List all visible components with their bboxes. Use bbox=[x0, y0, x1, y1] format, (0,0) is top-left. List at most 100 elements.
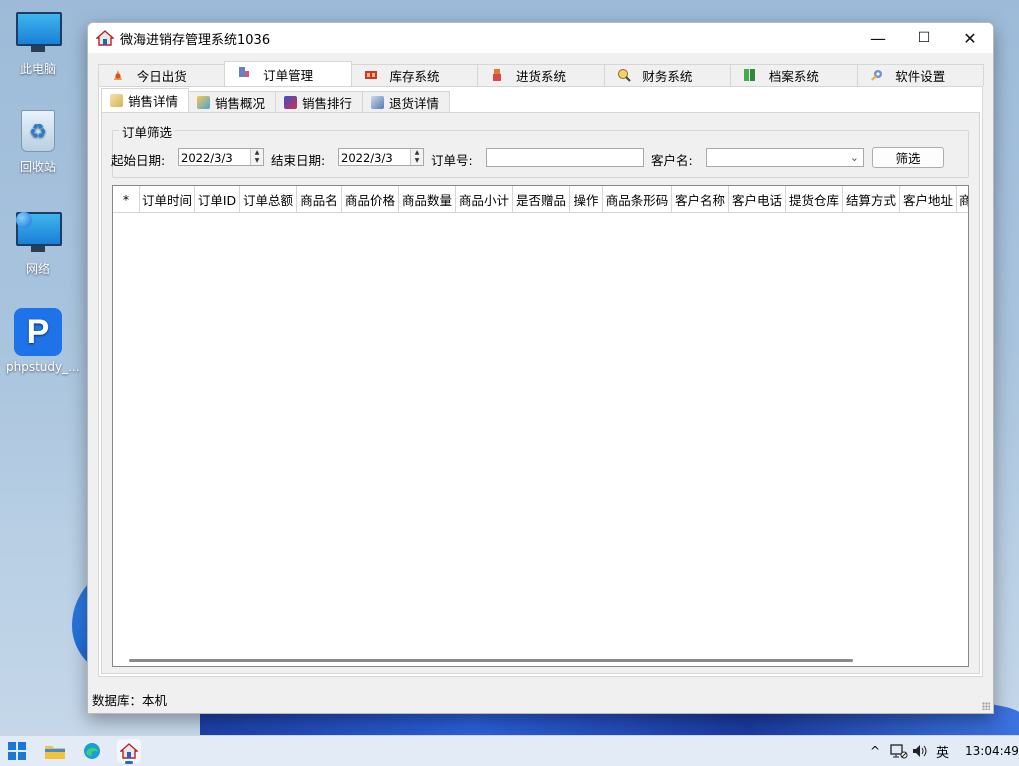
sales-overview-icon bbox=[197, 95, 211, 109]
customer-name-select[interactable]: ⌄ bbox=[706, 148, 864, 167]
column-header-is-gift[interactable]: 是否赠品 bbox=[513, 186, 570, 212]
edge-browser-button[interactable] bbox=[80, 739, 104, 763]
windows-logo-icon bbox=[8, 742, 26, 760]
start-date-picker[interactable]: 2022/3/3 ▲ ▼ bbox=[178, 148, 264, 166]
tab-finance[interactable]: 财务系统 bbox=[603, 64, 732, 86]
file-explorer-button[interactable] bbox=[43, 739, 67, 763]
start-date-label: 起始日期: bbox=[111, 153, 166, 168]
tab-archive[interactable]: 档案系统 bbox=[730, 64, 858, 86]
chevron-down-icon: ⌄ bbox=[849, 151, 859, 164]
input-method-indicator[interactable]: 英 bbox=[936, 742, 949, 761]
column-header-product-quantity[interactable]: 商品数量 bbox=[399, 186, 456, 212]
system-tray: ^ 英 13:04:49 bbox=[866, 736, 1019, 766]
close-button[interactable]: ✕ bbox=[947, 23, 993, 53]
column-header-product-subtotal[interactable]: 商品小计 bbox=[456, 186, 513, 212]
column-header-product-more[interactable]: 商品 bbox=[957, 186, 968, 212]
tab-software-settings[interactable]: 软件设置 bbox=[856, 64, 984, 86]
column-header-action[interactable]: 操作 bbox=[570, 186, 603, 212]
desktop-icon-network[interactable]: 网络 bbox=[6, 208, 70, 277]
tab-label: 库存系统 bbox=[389, 69, 440, 84]
window-title: 微海进销存管理系统1036 bbox=[120, 32, 271, 48]
column-header-customer-name[interactable]: 客户名称 bbox=[672, 186, 729, 212]
column-header-customer-address[interactable]: 客户地址 bbox=[900, 186, 957, 212]
returns-icon bbox=[371, 95, 385, 109]
desktop-icon-label: 此电脑 bbox=[19, 62, 56, 76]
edge-icon bbox=[84, 743, 100, 759]
end-date-value: 2022/3/3 bbox=[341, 151, 393, 165]
title-bar[interactable]: 微海进销存管理系统1036 — ☐ ✕ bbox=[88, 23, 993, 53]
subtab-label: 退货详情 bbox=[389, 95, 440, 111]
column-header-customer-phone[interactable]: 客户电话 bbox=[729, 186, 786, 212]
column-header-product-name[interactable]: 商品名 bbox=[297, 186, 342, 212]
desktop-icon-label: 网络 bbox=[25, 262, 50, 276]
subtab-sales-overview[interactable]: 销售概况 bbox=[188, 91, 277, 112]
tab-label: 软件设置 bbox=[895, 69, 946, 84]
sales-detail-icon bbox=[110, 94, 123, 107]
column-header-order-total[interactable]: 订单总额 bbox=[240, 186, 297, 212]
maximize-button[interactable]: ☐ bbox=[901, 23, 947, 53]
finance-icon bbox=[617, 69, 631, 82]
network-status-icon[interactable] bbox=[890, 743, 908, 759]
status-bar: 数据库：本机 bbox=[92, 693, 168, 708]
order-filter-group: 订单筛选 起始日期: 2022/3/3 ▲ ▼ 结束日期: 2022/3/3 ▲ ▼… bbox=[111, 122, 969, 178]
sales-detail-panel: 订单筛选 起始日期: 2022/3/3 ▲ ▼ 结束日期: 2022/3/3 ▲ ▼… bbox=[101, 112, 980, 674]
column-header-settlement-method[interactable]: 结算方式 bbox=[843, 186, 900, 212]
filter-button[interactable]: 筛选 bbox=[872, 147, 944, 168]
house-icon bbox=[120, 743, 138, 759]
app-window: 微海进销存管理系统1036 — ☐ ✕ 今日出货 订单管理 库存系统 进货系统 … bbox=[87, 22, 994, 714]
desktop-icon-phpstudy[interactable]: P phpstudy_... bbox=[6, 308, 80, 374]
subtab-label: 销售详情 bbox=[128, 94, 179, 109]
main-tab-panel: 销售详情 销售概况 销售排行 退货详情 订单筛选 起始日期: 2022/3/3 bbox=[98, 86, 983, 677]
subtab-sales-ranking[interactable]: 销售排行 bbox=[275, 91, 364, 112]
tab-order-management[interactable]: 订单管理 bbox=[224, 61, 352, 86]
tab-label: 财务系统 bbox=[642, 69, 693, 84]
volume-icon[interactable] bbox=[912, 743, 930, 759]
archive-icon bbox=[744, 69, 756, 81]
desktop-icon-label: 回收站 bbox=[19, 160, 56, 174]
subtab-label: 销售概况 bbox=[215, 95, 266, 111]
minimize-button[interactable]: — bbox=[855, 23, 901, 53]
end-date-spinner[interactable]: ▲ ▼ bbox=[410, 149, 423, 165]
column-header-product-price[interactable]: 商品价格 bbox=[342, 186, 399, 212]
folder-icon bbox=[45, 746, 65, 759]
end-date-picker[interactable]: 2022/3/3 ▲ ▼ bbox=[338, 148, 424, 166]
column-header-order-time[interactable]: 订单时间 bbox=[140, 186, 195, 212]
sales-ranking-icon bbox=[284, 95, 298, 109]
desktop-icon-label: phpstudy_... bbox=[6, 360, 80, 374]
tab-purchase[interactable]: 进货系统 bbox=[477, 64, 605, 86]
tray-overflow-chevron-icon[interactable]: ^ bbox=[866, 744, 884, 758]
desktop-icon-recycle-bin[interactable]: ♻ 回收站 bbox=[6, 108, 70, 175]
tab-label: 订单管理 bbox=[263, 67, 314, 83]
start-date-spinner[interactable]: ▲ ▼ bbox=[250, 149, 263, 165]
subtab-returns[interactable]: 退货详情 bbox=[362, 91, 451, 112]
subtab-sales-detail[interactable]: 销售详情 bbox=[101, 88, 190, 112]
shipping-icon bbox=[114, 70, 122, 80]
tab-today-shipping[interactable]: 今日出货 bbox=[98, 64, 226, 86]
tab-inventory[interactable]: 库存系统 bbox=[350, 64, 479, 86]
resize-grip-icon[interactable] bbox=[982, 702, 990, 710]
taskbar: ^ 英 13:04:49 bbox=[0, 735, 1019, 766]
app-taskbar-button[interactable] bbox=[117, 739, 141, 764]
order-number-input[interactable] bbox=[486, 148, 644, 167]
desktop-icon-this-pc[interactable]: 此电脑 bbox=[6, 8, 70, 77]
phpstudy-icon: P bbox=[14, 308, 62, 356]
house-icon bbox=[96, 30, 114, 46]
computer-icon bbox=[16, 12, 62, 56]
customer-name-label: 客户名: bbox=[651, 153, 693, 168]
purchase-icon bbox=[493, 69, 502, 81]
order-number-label: 订单号: bbox=[431, 153, 473, 168]
horizontal-scrollbar[interactable] bbox=[129, 659, 853, 662]
column-header-row-marker[interactable]: * bbox=[113, 186, 140, 212]
column-header-order-id[interactable]: 订单ID bbox=[195, 186, 240, 212]
group-title: 订单筛选 bbox=[119, 122, 176, 141]
tab-label: 档案系统 bbox=[768, 69, 819, 84]
start-button[interactable] bbox=[5, 739, 29, 763]
clock-time[interactable]: 13:04:49 bbox=[965, 744, 1019, 758]
tab-label: 今日出货 bbox=[136, 69, 187, 84]
column-header-pickup-warehouse[interactable]: 提货仓库 bbox=[786, 186, 843, 212]
sub-tab-strip: 销售详情 销售概况 销售排行 退货详情 bbox=[101, 88, 451, 113]
order-data-grid[interactable]: * 订单时间 订单ID 订单总额 商品名 商品价格 商品数量 商品小计 是否赠品… bbox=[112, 185, 969, 667]
main-tab-strip: 今日出货 订单管理 库存系统 进货系统 财务系统 档案系统 软件设置 bbox=[98, 61, 984, 86]
column-header-barcode[interactable]: 商品条形码 bbox=[603, 186, 672, 212]
recycle-bin-icon: ♻ bbox=[16, 110, 60, 154]
